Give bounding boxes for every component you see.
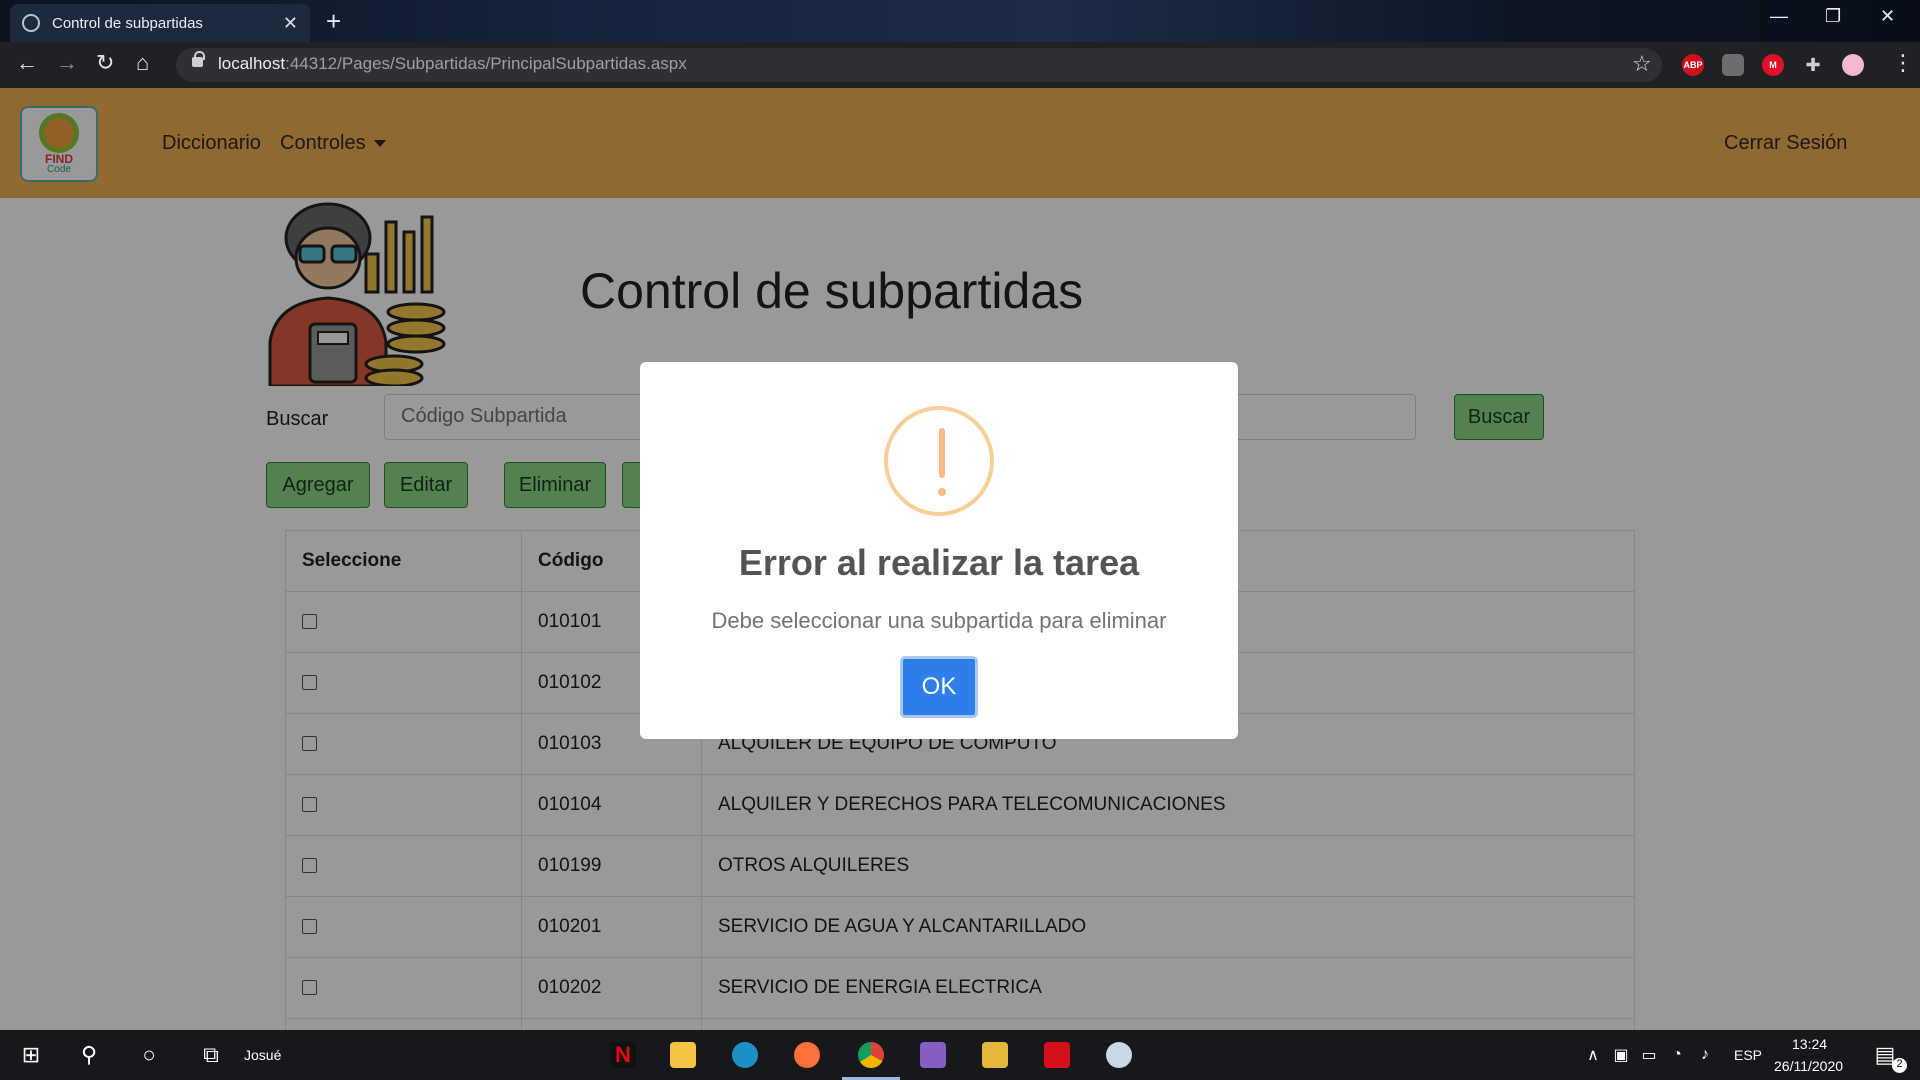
network-icon[interactable]: ▣ (1606, 1040, 1636, 1070)
edge-icon[interactable] (730, 1040, 760, 1070)
taskbar-user[interactable]: Josué (244, 1047, 281, 1063)
file-explorer-icon[interactable] (668, 1040, 698, 1070)
minimize-icon[interactable]: — (1770, 6, 1788, 27)
acrobat-icon[interactable] (1042, 1040, 1072, 1070)
mega-icon[interactable]: M (1762, 54, 1784, 76)
visual-studio-icon[interactable] (918, 1040, 948, 1070)
browser-tab[interactable]: Control de subpartidas ✕ (10, 4, 310, 42)
extension-icon[interactable] (1722, 54, 1744, 76)
puzzle-icon[interactable]: ✚ (1802, 54, 1824, 76)
ok-button[interactable]: OK (900, 656, 978, 718)
new-tab-icon[interactable]: + (326, 6, 341, 37)
bookmark-star-icon[interactable]: ☆ (1632, 51, 1652, 77)
language-indicator[interactable]: ESP (1734, 1047, 1762, 1063)
cortana-icon[interactable]: ○ (134, 1040, 164, 1070)
restore-icon[interactable]: ❐ (1825, 6, 1841, 27)
profile-avatar[interactable] (1842, 54, 1864, 76)
tab-favicon-icon (22, 14, 40, 32)
search-icon[interactable]: ⚲ (74, 1040, 104, 1070)
tab-title: Control de subpartidas (52, 14, 203, 32)
wifi-icon[interactable]: ◔ (1662, 1040, 1692, 1070)
warning-icon (884, 406, 994, 516)
close-window-icon[interactable]: ✕ (1880, 6, 1895, 27)
tab-close-icon[interactable]: ✕ (283, 13, 298, 34)
dialog-title: Error al realizar la tarea (738, 542, 1140, 583)
app-icon[interactable] (980, 1040, 1010, 1070)
home-icon[interactable]: ⌂ (136, 50, 149, 76)
reload-icon[interactable]: ↻ (96, 50, 114, 76)
lock-icon (192, 51, 205, 67)
tray-chevron-up-icon[interactable]: ∧ (1578, 1040, 1608, 1070)
clock-time[interactable]: 13:24 (1792, 1036, 1827, 1052)
notification-count-badge: 2 (1892, 1058, 1907, 1073)
error-dialog: Error al realizar la tarea Debe seleccio… (640, 362, 1238, 739)
paint-icon[interactable] (1104, 1040, 1134, 1070)
adblock-icon[interactable]: ABP (1682, 54, 1704, 76)
battery-icon[interactable]: ▭ (1634, 1040, 1664, 1070)
chrome-icon[interactable] (856, 1040, 886, 1070)
task-view-icon[interactable]: ⧉ (196, 1040, 226, 1070)
windows-start-icon[interactable]: ⊞ (16, 1040, 46, 1070)
dialog-message: Debe seleccionar una subpartida para eli… (711, 608, 1167, 633)
url-text[interactable]: localhost:44312/Pages/Subpartidas/Princi… (218, 54, 687, 74)
forward-icon[interactable]: → (56, 50, 78, 76)
back-icon[interactable]: ← (16, 50, 38, 76)
browser-menu-icon[interactable]: ⋮ (1892, 50, 1914, 76)
netflix-icon[interactable]: N (608, 1040, 638, 1070)
volume-icon[interactable]: ♪ (1690, 1040, 1720, 1070)
firefox-icon[interactable] (792, 1040, 822, 1070)
clock-date[interactable]: 26/11/2020 (1774, 1058, 1843, 1074)
